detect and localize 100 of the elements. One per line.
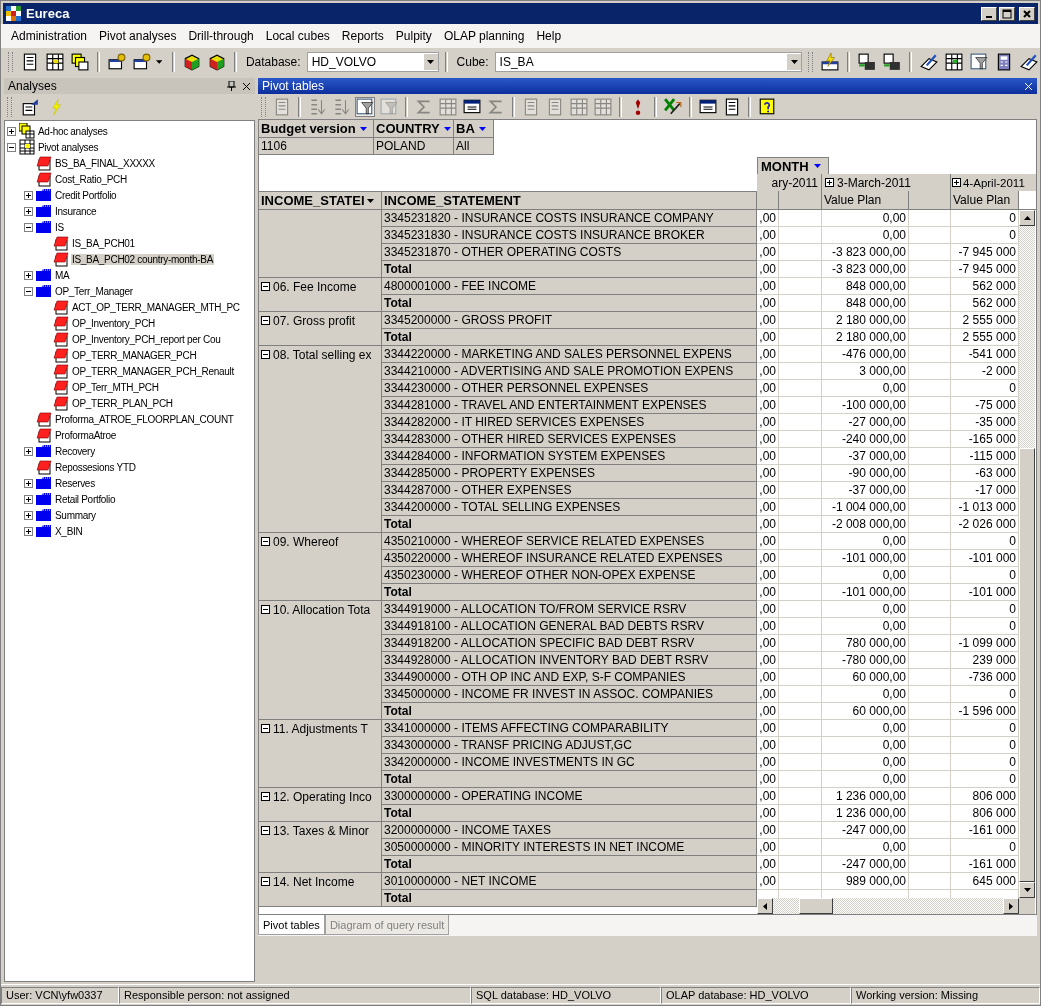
expand-icon[interactable] xyxy=(825,178,834,187)
export-icon[interactable] xyxy=(883,53,902,71)
cube-icon[interactable] xyxy=(183,53,201,71)
filter-icon[interactable] xyxy=(356,97,374,116)
dropdown-icon[interactable] xyxy=(813,164,821,168)
collapse-icon[interactable] xyxy=(261,826,270,835)
collapse-icon[interactable] xyxy=(24,222,33,232)
collapse-icon[interactable] xyxy=(261,350,270,359)
scrollbar-thumb[interactable] xyxy=(799,898,833,914)
tree-item[interactable]: Cost_Ratio_PCH xyxy=(54,173,128,185)
dimension-header[interactable]: MONTH xyxy=(757,157,829,174)
tree-item[interactable]: Summary xyxy=(54,509,97,521)
filter-header[interactable]: Budget version xyxy=(259,120,374,138)
filter-header[interactable]: COUNTRY xyxy=(374,120,454,138)
dropdown-icon[interactable] xyxy=(443,126,451,131)
tree-item[interactable]: Retail Portfolio xyxy=(54,493,117,505)
tree-item[interactable]: OP_TERR_MANAGER_PCH_Renault xyxy=(71,365,235,377)
spreadsheet-icon[interactable] xyxy=(664,97,682,116)
collapse-icon[interactable] xyxy=(261,605,270,614)
tree-item[interactable]: Ad-hoc analyses xyxy=(37,125,109,137)
tree-item[interactable]: OP_Terr_Manager xyxy=(54,285,134,297)
dropdown-icon[interactable] xyxy=(359,126,367,131)
tree-item[interactable]: OP_Inventory_PCH xyxy=(71,317,157,329)
expand-icon[interactable] xyxy=(952,178,961,187)
expand-icon[interactable] xyxy=(24,190,33,200)
tree-item[interactable]: X_BIN xyxy=(54,525,84,537)
right-arrow-icon[interactable] xyxy=(1009,902,1013,910)
caret-icon[interactable] xyxy=(155,60,163,64)
tree-item[interactable]: Credit Portfolio xyxy=(54,189,118,201)
row-dimension-header[interactable]: INCOME_STATEI xyxy=(259,191,382,209)
expand-icon[interactable] xyxy=(24,446,33,456)
menu-item[interactable]: Drill-through xyxy=(182,29,260,43)
tree-table-icon[interactable] xyxy=(945,53,964,71)
pin-icon[interactable] xyxy=(227,81,236,91)
collapse-icon[interactable] xyxy=(261,537,270,546)
expand-icon[interactable] xyxy=(24,206,33,216)
tree-item[interactable]: MA xyxy=(54,269,71,281)
filter-header[interactable]: BA xyxy=(454,120,494,138)
dropdown-icon[interactable] xyxy=(366,198,374,203)
up-arrow-icon[interactable] xyxy=(1023,216,1031,220)
tree-item[interactable]: IS_BA_PCH02 country-month-BA xyxy=(71,253,215,265)
menu-item[interactable]: Pivot analyses xyxy=(93,29,183,43)
horizontal-scrollbar[interactable] xyxy=(757,898,1019,914)
tree-item[interactable]: IS_BA_PCH01 xyxy=(71,237,136,249)
expand-icon[interactable] xyxy=(24,270,33,280)
cube-icon[interactable] xyxy=(208,53,226,71)
help-icon[interactable] xyxy=(758,97,776,116)
collapse-icon[interactable] xyxy=(261,282,270,291)
close-icon[interactable] xyxy=(242,81,251,91)
maximize-button[interactable] xyxy=(999,6,1015,21)
windows-icon[interactable] xyxy=(70,53,89,71)
tree-item[interactable]: BS_BA_FINAL_XXXXX xyxy=(54,157,156,169)
screen-icon[interactable] xyxy=(463,97,481,116)
tab[interactable]: Pivot tables xyxy=(258,915,325,935)
cube-dropdown[interactable]: IS_BA xyxy=(494,52,803,72)
expand-icon[interactable] xyxy=(24,510,33,520)
tree-item[interactable]: Pivot analyses xyxy=(37,141,100,153)
menu-item[interactable]: Help xyxy=(530,29,568,43)
dropdown-icon[interactable] xyxy=(478,126,486,131)
add-connection-icon[interactable] xyxy=(107,53,126,71)
tree-item[interactable]: Repossesions YTD xyxy=(54,461,137,473)
tree-item[interactable]: Proforma_ATROE_FLOORPLAN_COUNT xyxy=(54,413,235,425)
menu-item[interactable]: OLAP planning xyxy=(437,29,531,43)
window-icon[interactable] xyxy=(699,97,717,116)
tree-item[interactable]: ACT_OP_TERR_MANAGER_MTH_PC xyxy=(71,301,241,313)
column-icon[interactable] xyxy=(570,97,588,116)
expand-icon[interactable] xyxy=(24,478,33,488)
collapse-icon[interactable] xyxy=(261,316,270,325)
collapse-icon[interactable] xyxy=(261,877,270,886)
tree-item[interactable]: Reserves xyxy=(54,477,96,489)
collapse-icon[interactable] xyxy=(261,792,270,801)
left-arrow-icon[interactable] xyxy=(763,902,767,910)
database-dropdown[interactable]: HD_VOLVO xyxy=(306,52,439,72)
tree-item[interactable]: ProformaAtroe xyxy=(54,429,118,441)
menu-item[interactable]: Pulpity xyxy=(389,29,438,43)
close-button[interactable] xyxy=(1019,6,1035,21)
document-icon[interactable] xyxy=(723,97,741,116)
pen-icon[interactable] xyxy=(920,53,939,71)
collapse-icon[interactable] xyxy=(7,142,16,152)
tree-item[interactable]: OP_Inventory_PCH_report per Cou xyxy=(71,333,222,345)
align-icon[interactable] xyxy=(522,97,540,116)
vertical-scrollbar[interactable] xyxy=(1019,210,1035,914)
report-filter-icon[interactable] xyxy=(970,53,989,71)
collapse-icon[interactable] xyxy=(261,724,270,733)
menu-item[interactable]: Local cubes xyxy=(259,29,336,43)
import-icon[interactable] xyxy=(858,53,877,71)
align-icon[interactable] xyxy=(546,97,564,116)
tree-item[interactable]: OP_Terr_MTH_PCH xyxy=(71,381,160,393)
tree-item[interactable]: OP_TERR_PLAN_PCH xyxy=(71,397,174,409)
new-report-icon[interactable] xyxy=(21,98,39,116)
lightning-table-icon[interactable] xyxy=(821,53,840,71)
minimize-button[interactable] xyxy=(981,6,997,21)
expand-icon[interactable] xyxy=(7,126,16,136)
date-header[interactable]: 3-March-2011 xyxy=(822,174,951,191)
tree-item[interactable]: OP_TERR_MANAGER_PCH xyxy=(71,349,198,361)
menu-item[interactable]: Reports xyxy=(335,29,390,43)
copy-icon[interactable] xyxy=(273,97,291,116)
date-header[interactable]: 4-April-2011 xyxy=(951,174,1036,191)
tree-item[interactable]: Insurance xyxy=(54,205,98,217)
expand-icon[interactable] xyxy=(24,494,33,504)
